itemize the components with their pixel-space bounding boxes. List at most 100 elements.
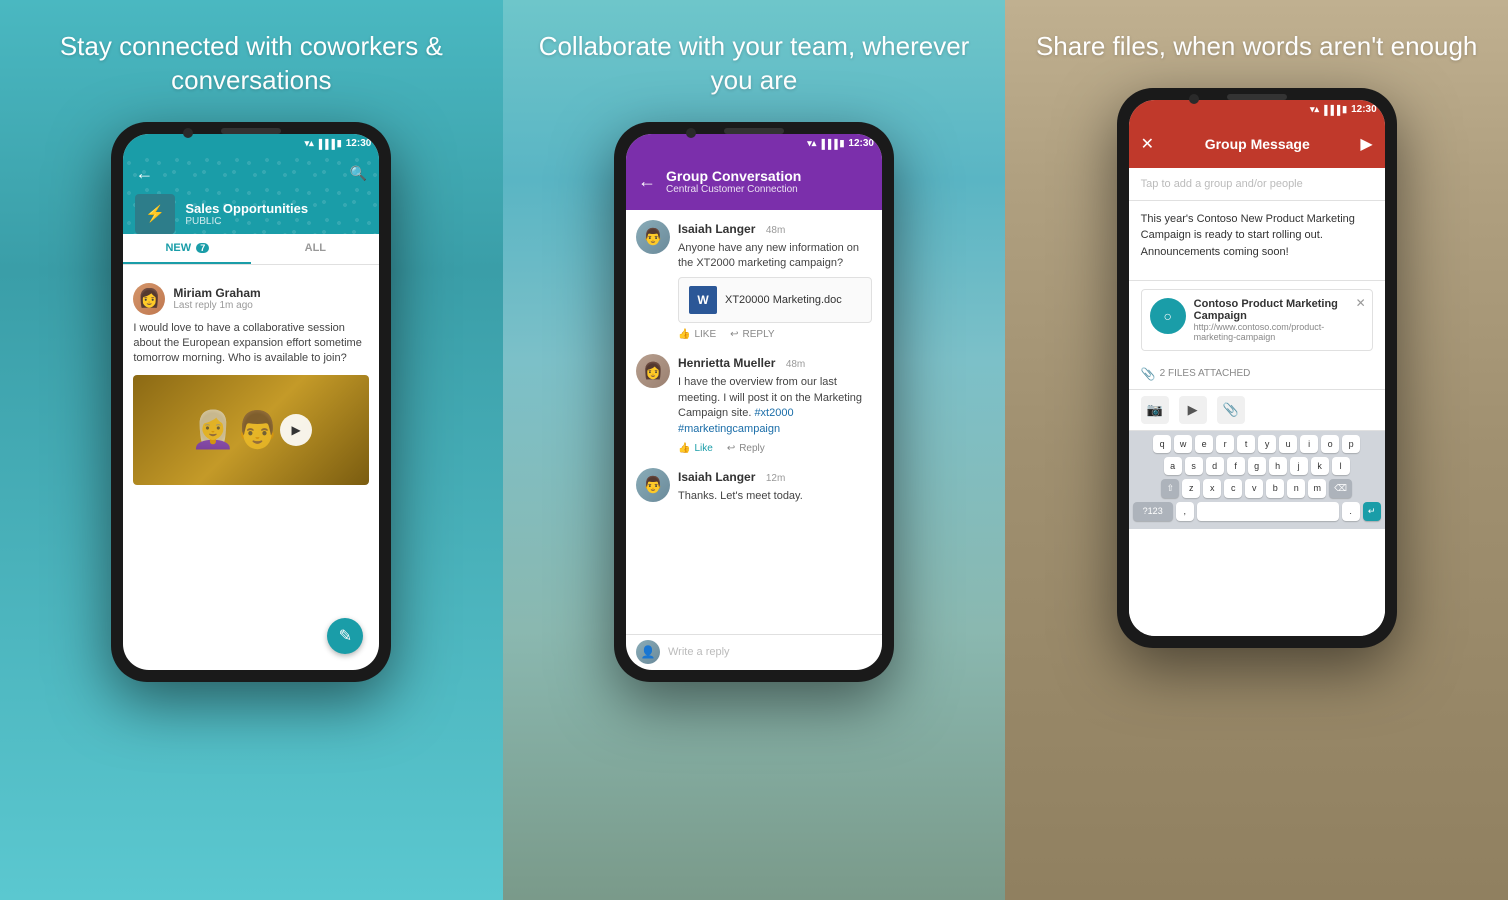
reply-button-1[interactable]: ↩ REPLY — [730, 329, 774, 340]
key-comma[interactable]: , — [1176, 502, 1194, 521]
key-b[interactable]: b — [1266, 479, 1284, 498]
time-display-2: 12:30 — [848, 138, 874, 149]
tab-all[interactable]: ALL — [251, 234, 379, 264]
status-bar-3: ▾▴ ▐▐▐ ▮ 12:30 — [1129, 100, 1385, 120]
app-header-bg-1: ← 🔍 ⚡ Sales Opportunities PUBLIC — [123, 154, 379, 234]
keyboard-row-4: ?123 , . ↵ — [1133, 502, 1381, 521]
key-d[interactable]: d — [1206, 457, 1224, 475]
link-preview-icon: ○ — [1150, 298, 1186, 334]
status-bar-2: ▾▴ ▐▐▐ ▮ 12:30 — [626, 134, 882, 154]
key-j[interactable]: j — [1290, 457, 1308, 475]
key-q[interactable]: q — [1153, 435, 1171, 453]
panel-2: Collaborate with your team, wherever you… — [503, 0, 1006, 900]
key-p[interactable]: p — [1342, 435, 1360, 453]
signal-icon: ▐▐▐ — [316, 139, 335, 149]
key-r[interactable]: r — [1216, 435, 1234, 453]
play-button[interactable]: ▶ — [280, 414, 312, 446]
group-card: ⚡ Sales Opportunities PUBLIC — [135, 194, 308, 234]
key-period[interactable]: . — [1342, 502, 1360, 521]
signal-icon-2: ▐▐▐ — [818, 139, 837, 149]
reply-button-2[interactable]: ↩ Reply — [727, 443, 765, 454]
search-icon[interactable]: 🔍 — [350, 165, 367, 182]
compose-fab[interactable]: ✎ — [327, 618, 363, 654]
phone-2: ▾▴ ▐▐▐ ▮ 12:30 ← Group Conversation Cent… — [614, 122, 894, 682]
key-v[interactable]: v — [1245, 479, 1263, 498]
conversation-subtitle: Central Customer Connection — [666, 184, 801, 195]
word-icon: W — [689, 286, 717, 314]
key-a[interactable]: a — [1164, 457, 1182, 475]
key-x[interactable]: x — [1203, 479, 1221, 498]
key-u[interactable]: u — [1279, 435, 1297, 453]
post-text: I would love to have a collaborative ses… — [133, 321, 369, 367]
key-enter[interactable]: ↵ — [1363, 502, 1381, 521]
msg3-text: Thanks. Let's meet today. — [678, 489, 872, 504]
video-button[interactable]: ▶ — [1179, 396, 1207, 424]
compose-text-area[interactable]: This year's Contoso New Product Marketin… — [1129, 201, 1385, 281]
group-type: PUBLIC — [185, 216, 308, 227]
close-icon[interactable]: ✕ — [1141, 134, 1154, 154]
back-arrow-2-icon[interactable]: ← — [638, 171, 656, 192]
link-preview: ○ Contoso Product Marketing Campaign htt… — [1141, 289, 1373, 351]
key-f[interactable]: f — [1227, 457, 1245, 475]
key-shift[interactable]: ⇧ — [1161, 479, 1179, 498]
key-w[interactable]: w — [1174, 435, 1192, 453]
panel-1: Stay connected with coworkers & conversa… — [0, 0, 503, 900]
key-c[interactable]: c — [1224, 479, 1242, 498]
reply-placeholder[interactable]: Write a reply — [668, 646, 730, 658]
to-field[interactable]: Tap to add a group and/or people — [1129, 168, 1385, 201]
attachments-bar: 📎 2 FILES ATTACHED — [1129, 359, 1385, 390]
post-avatar: 👩 — [133, 283, 165, 315]
key-123[interactable]: ?123 — [1133, 502, 1173, 521]
key-o[interactable]: o — [1321, 435, 1339, 453]
key-m[interactable]: m — [1308, 479, 1326, 498]
wifi-icon-2: ▾▴ — [807, 138, 816, 149]
panel-1-title: Stay connected with coworkers & conversa… — [0, 30, 503, 98]
back-arrow-icon[interactable]: ← — [135, 163, 153, 184]
key-h[interactable]: h — [1269, 457, 1287, 475]
key-n[interactable]: n — [1287, 479, 1305, 498]
wifi-icon-3: ▾▴ — [1310, 104, 1319, 115]
tab-new[interactable]: NEW 7 — [123, 234, 251, 264]
msg1-actions: 👍 LIKE ↩ REPLY — [678, 329, 872, 340]
key-l[interactable]: l — [1332, 457, 1350, 475]
like-button-1[interactable]: 👍 LIKE — [678, 329, 716, 340]
reply-icon-2: ↩ — [727, 443, 735, 454]
msg1-author: Isaiah Langer — [678, 222, 755, 236]
app-header-2: ← Group Conversation Central Customer Co… — [626, 154, 882, 210]
reply-avatar: 👤 — [636, 640, 660, 664]
like-button-2[interactable]: 👍 Like — [678, 443, 713, 454]
keyboard: q w e r t y u i o p a s d — [1129, 431, 1385, 529]
hashtag-xt2000[interactable]: #xt2000 — [754, 407, 793, 419]
hashtag-marketing[interactable]: #marketingcampaign — [678, 423, 780, 435]
msg2-author: Henrietta Mueller — [678, 356, 775, 370]
key-z[interactable]: z — [1182, 479, 1200, 498]
panel-3-title: Share files, when words aren't enough — [1006, 30, 1507, 64]
feed-content: 👩 Miriam Graham Last reply 1m ago I woul… — [123, 265, 379, 670]
msg2-actions: 👍 Like ↩ Reply — [678, 443, 872, 454]
time-display-3: 12:30 — [1351, 104, 1377, 115]
keyboard-row-2: a s d f g h j k l — [1133, 457, 1381, 475]
send-icon[interactable]: ▶ — [1360, 134, 1372, 154]
close-preview-button[interactable]: ✕ — [1356, 296, 1366, 310]
key-space[interactable] — [1197, 502, 1339, 521]
link-title: Contoso Product Marketing Campaign — [1194, 298, 1364, 322]
compose-content: Tap to add a group and/or people This ye… — [1129, 168, 1385, 636]
file-attachment[interactable]: W XT20000 Marketing.doc — [678, 277, 872, 323]
attach-button[interactable]: 📎 — [1217, 396, 1245, 424]
msg3-time: 12m — [766, 473, 785, 484]
key-s[interactable]: s — [1185, 457, 1203, 475]
key-y[interactable]: y — [1258, 435, 1276, 453]
like-icon-2: 👍 — [678, 443, 690, 454]
new-badge: 7 — [196, 243, 209, 253]
key-e[interactable]: e — [1195, 435, 1213, 453]
key-i[interactable]: i — [1300, 435, 1318, 453]
battery-icon-3: ▮ — [1342, 104, 1347, 115]
key-g[interactable]: g — [1248, 457, 1266, 475]
key-k[interactable]: k — [1311, 457, 1329, 475]
key-backspace[interactable]: ⌫ — [1329, 479, 1352, 498]
camera-button[interactable]: 📷 — [1141, 396, 1169, 424]
reply-input-area[interactable]: 👤 Write a reply — [626, 634, 882, 670]
status-bar-1: ▾▴ ▐▐▐ ▮ 12:30 — [123, 134, 379, 154]
attach-count: 2 FILES ATTACHED — [1160, 368, 1251, 379]
key-t[interactable]: t — [1237, 435, 1255, 453]
